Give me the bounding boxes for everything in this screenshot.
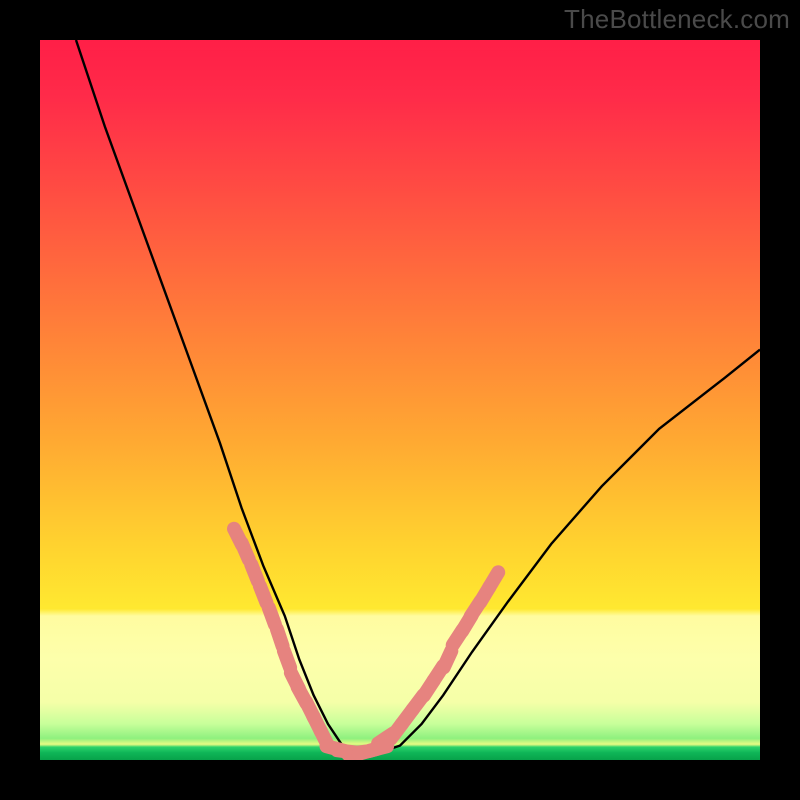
- bottleneck-curve: [76, 40, 760, 753]
- highlight-dot: [269, 608, 275, 625]
- highlight-dot: [277, 629, 283, 646]
- highlight-dot: [242, 543, 249, 560]
- highlight-dot: [251, 564, 258, 581]
- curve-layer: [40, 40, 760, 760]
- watermark-text: TheBottleneck.com: [564, 4, 790, 35]
- highlight-dots: [234, 529, 498, 754]
- chart-frame: TheBottleneck.com: [0, 0, 800, 800]
- highlight-dot: [260, 586, 267, 603]
- highlight-dot: [370, 746, 387, 751]
- highlight-dot: [284, 651, 290, 668]
- highlight-dot: [444, 651, 452, 667]
- plot-area: [40, 40, 760, 760]
- highlight-dot: [489, 572, 498, 587]
